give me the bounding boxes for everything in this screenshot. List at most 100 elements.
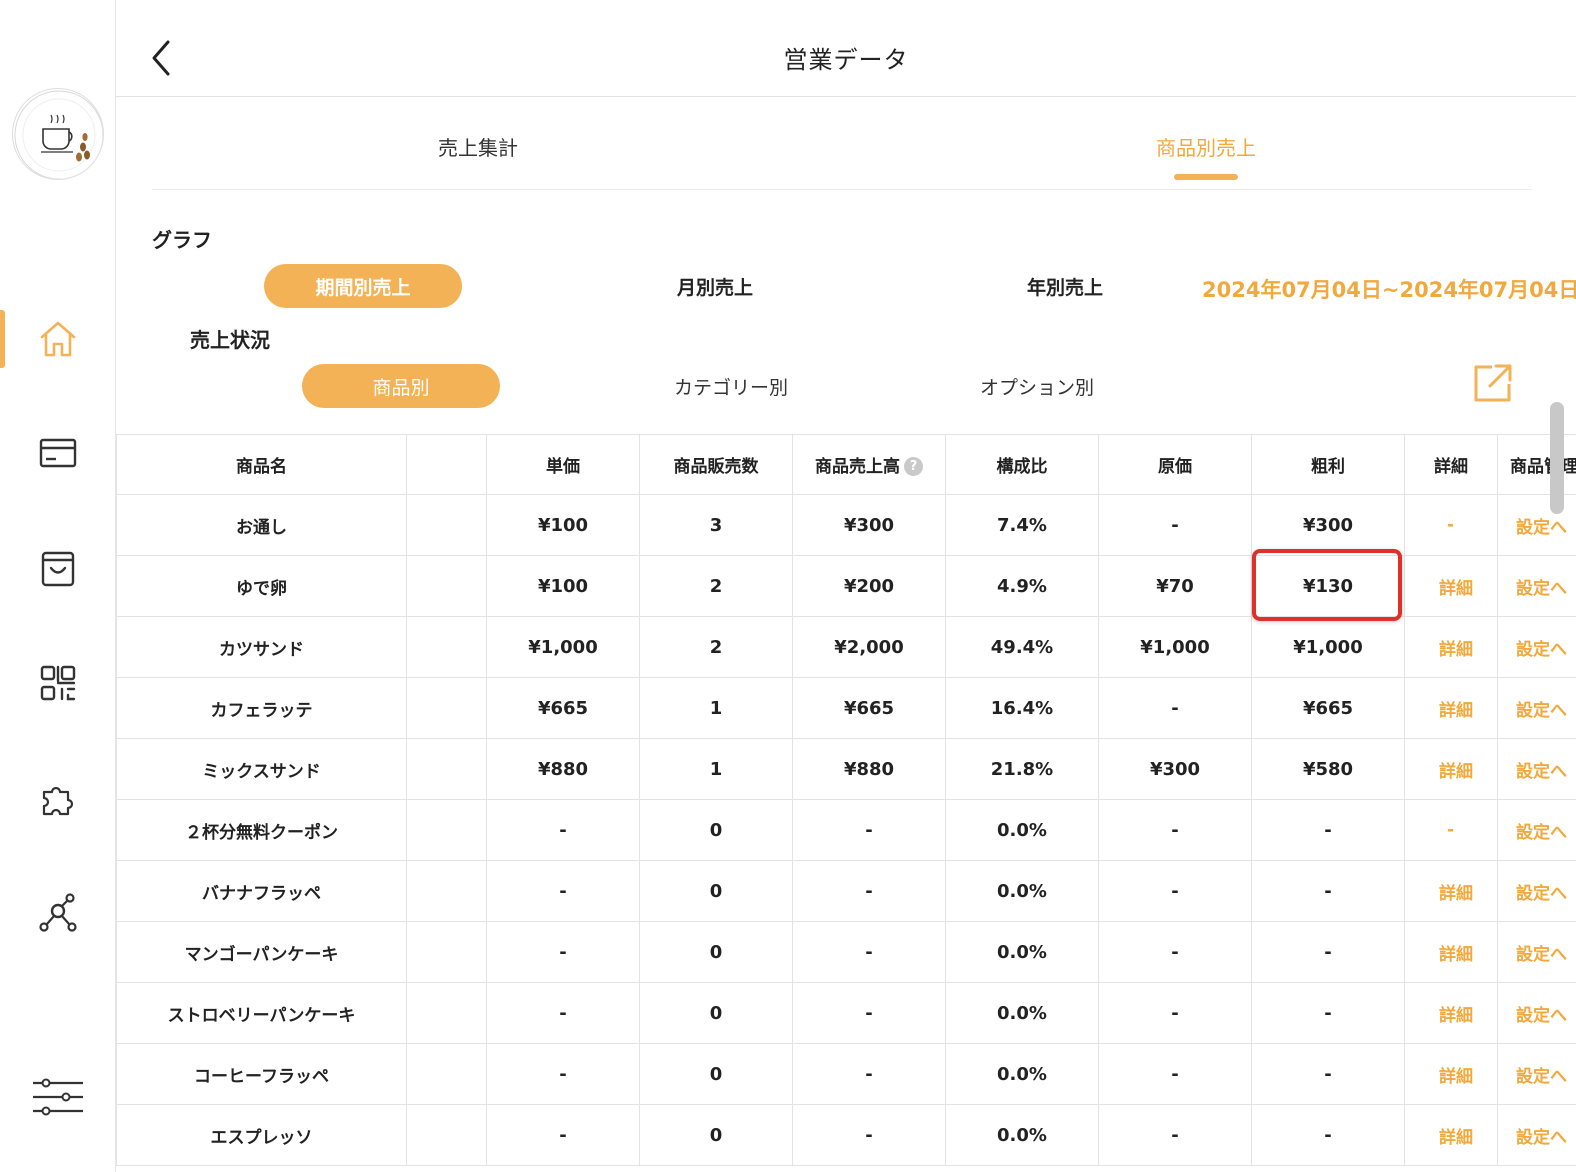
detail-link[interactable]: 詳細: [1404, 982, 1498, 1044]
tab-active-indicator: [1174, 174, 1238, 180]
cell-qty: 0: [639, 921, 793, 983]
table-row: お通し ¥100 3 ¥300 7.4% - ¥300- 設定へ: [116, 494, 1576, 556]
sidebar-item-settings[interactable]: [0, 1062, 116, 1132]
cell-profit: ¥130: [1251, 555, 1405, 617]
date-range-picker[interactable]: 2024年07月04日~2024年07月04日: [1202, 274, 1576, 304]
period-sales-button[interactable]: 期間別売上: [264, 264, 462, 308]
cell-price: -: [486, 921, 640, 983]
detail-link[interactable]: 詳細: [1404, 738, 1498, 800]
table-row: エスプレッソ -0-0.0% - - 詳細 設定へ: [116, 1104, 1576, 1166]
detail-link[interactable]: 詳細: [1404, 1043, 1498, 1105]
cafe-logo-icon: [12, 88, 104, 180]
cell-profit: -: [1251, 860, 1405, 922]
export-button[interactable]: [1470, 362, 1514, 406]
detail-link[interactable]: 詳細: [1404, 1104, 1498, 1166]
cell-sales: -: [792, 860, 946, 922]
table-row: ２杯分無料クーポン -0-0.0% - - - 設定へ: [116, 799, 1576, 861]
sidebar-item-card[interactable]: [0, 418, 116, 488]
cell-profit: ¥580: [1251, 738, 1405, 800]
monthly-sales-button[interactable]: 月別売上: [616, 264, 814, 308]
sliders-icon: [33, 1078, 83, 1116]
cell-ratio: 49.4%: [945, 616, 1099, 678]
settings-link[interactable]: 設定へ: [1497, 677, 1576, 739]
cell-name: カツサンド: [116, 616, 407, 678]
settings-link[interactable]: 設定へ: [1497, 616, 1576, 678]
cell-cost: -: [1098, 494, 1252, 556]
header-price: 単価: [486, 434, 640, 495]
table-row: ストロベリーパンケーキ -0-0.0% - - 詳細 設定へ: [116, 982, 1576, 1044]
detail-link: -: [1404, 799, 1498, 861]
settings-link[interactable]: 設定へ: [1497, 555, 1576, 617]
external-link-icon: [1474, 364, 1512, 402]
cell-qty: 0: [639, 1104, 793, 1166]
settings-link[interactable]: 設定へ: [1497, 494, 1576, 556]
settings-link[interactable]: 設定へ: [1497, 1104, 1576, 1166]
cell-ratio: 16.4%: [945, 677, 1099, 739]
cell-price: ¥100: [486, 494, 640, 556]
table-row: マンゴーパンケーキ -0-0.0% - - 詳細 設定へ: [116, 921, 1576, 983]
cell-sales: -: [792, 921, 946, 983]
cell-name: ストロベリーパンケーキ: [116, 982, 407, 1044]
cell-profit: ¥1,000: [1251, 616, 1405, 678]
detail-link[interactable]: 詳細: [1404, 555, 1498, 617]
cell-spacer: [406, 982, 487, 1044]
settings-link[interactable]: 設定へ: [1497, 982, 1576, 1044]
cell-profit: -: [1251, 1043, 1405, 1105]
cell-spacer: [406, 1104, 487, 1166]
puzzle-icon: [42, 786, 74, 816]
cell-cost: -: [1098, 677, 1252, 739]
cell-price: ¥665: [486, 677, 640, 739]
cell-ratio: 0.0%: [945, 982, 1099, 1044]
scrollbar[interactable]: [1550, 402, 1564, 514]
cell-name: カフェラッテ: [116, 677, 407, 739]
settings-link[interactable]: 設定へ: [1497, 860, 1576, 922]
cell-qty: 1: [639, 677, 793, 739]
sidebar-item-qr[interactable]: [0, 648, 116, 718]
shopping-bag-icon: [41, 551, 75, 587]
sidebar-item-home[interactable]: [0, 304, 116, 374]
table-row: バナナフラッペ -0-0.0% - - 詳細 設定へ: [116, 860, 1576, 922]
header-manage: 商品管理: [1497, 434, 1576, 495]
detail-link[interactable]: 詳細: [1404, 616, 1498, 678]
cell-sales: -: [792, 982, 946, 1044]
by-product-button[interactable]: 商品別: [302, 364, 500, 408]
cell-qty: 2: [639, 555, 793, 617]
cell-profit: -: [1251, 921, 1405, 983]
cell-ratio: 21.8%: [945, 738, 1099, 800]
cell-name: エスプレッソ: [116, 1104, 407, 1166]
settings-link[interactable]: 設定へ: [1497, 799, 1576, 861]
sidebar-item-network[interactable]: [0, 878, 116, 948]
detail-link[interactable]: 詳細: [1404, 677, 1498, 739]
cell-price: ¥100: [486, 555, 640, 617]
product-sales-table: 商品名 単価 商品販売数 商品売上高? 構成比 原価 粗利 詳細 商品管理 お通…: [116, 434, 1576, 1172]
top-tabs: 売上集計 商品別売上: [152, 98, 1532, 190]
by-option-button[interactable]: オプション別: [938, 364, 1136, 408]
help-icon[interactable]: ?: [904, 457, 923, 476]
detail-link[interactable]: 詳細: [1404, 860, 1498, 922]
cell-spacer: [406, 677, 487, 739]
settings-link[interactable]: 設定へ: [1497, 1043, 1576, 1105]
card-icon: [39, 438, 77, 468]
cell-ratio: 0.0%: [945, 921, 1099, 983]
settings-link[interactable]: 設定へ: [1497, 921, 1576, 983]
network-icon: [39, 893, 77, 932]
sidebar-item-plugin[interactable]: [0, 763, 116, 833]
cell-cost: -: [1098, 799, 1252, 861]
tab-product-sales[interactable]: 商品別売上: [1156, 132, 1256, 161]
cell-profit: ¥665: [1251, 677, 1405, 739]
by-category-button[interactable]: カテゴリー別: [632, 364, 830, 408]
cell-ratio: 7.4%: [945, 494, 1099, 556]
cell-spacer: [406, 616, 487, 678]
detail-link[interactable]: 詳細: [1404, 921, 1498, 983]
cell-name: ゆで卵: [116, 555, 407, 617]
cell-price: -: [486, 799, 640, 861]
cell-spacer: [406, 799, 487, 861]
table-row: カフェラッテ ¥665 1 ¥665 16.4% - ¥665 詳細 設定へ: [116, 677, 1576, 739]
cell-profit: -: [1251, 799, 1405, 861]
tab-sales-summary[interactable]: 売上集計: [438, 132, 518, 161]
yearly-sales-button[interactable]: 年別売上: [966, 264, 1164, 308]
sidebar-item-shop[interactable]: [0, 533, 116, 603]
settings-link[interactable]: 設定へ: [1497, 738, 1576, 800]
cell-qty: 0: [639, 1043, 793, 1105]
header: 営業データ: [116, 0, 1576, 97]
